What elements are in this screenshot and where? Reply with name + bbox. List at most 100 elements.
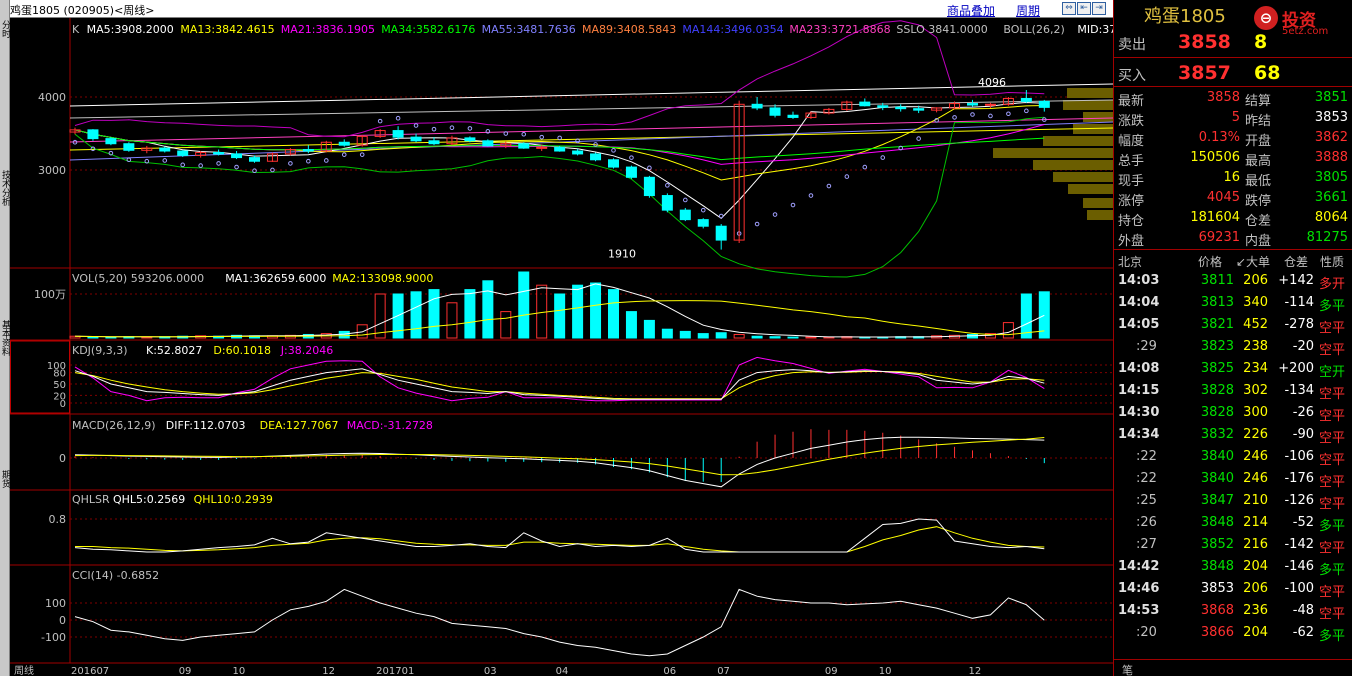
tick-time: 14:46 bbox=[1118, 581, 1160, 596]
candle-body bbox=[877, 105, 889, 108]
tick-row[interactable]: 14:53 3868 236 -48 空平 bbox=[1114, 600, 1352, 622]
sar-dot bbox=[180, 162, 185, 168]
stat-label: 跌停 bbox=[1245, 194, 1272, 209]
sar-dot bbox=[826, 183, 832, 189]
tick-time: 14:05 bbox=[1118, 317, 1160, 332]
tick-row[interactable]: :22 3840 246 -106 空平 bbox=[1114, 446, 1352, 468]
volume-bar bbox=[787, 336, 799, 339]
tick-price: 3848 bbox=[1200, 515, 1234, 530]
stat-value: 3888 bbox=[1314, 150, 1348, 165]
sar-dot bbox=[808, 193, 814, 198]
candle-body bbox=[590, 153, 602, 161]
sar-dot bbox=[754, 221, 760, 227]
tick-row[interactable]: :20 3866 204 -62 多平 bbox=[1114, 622, 1352, 644]
tick-row[interactable]: :29 3823 238 -20 空平 bbox=[1114, 336, 1352, 358]
sar-dot bbox=[359, 152, 365, 157]
kdj-legend-item: K:52.8027 bbox=[146, 344, 202, 357]
y-tick-label: 100 bbox=[45, 597, 66, 610]
x-tick-label: 10 bbox=[233, 666, 246, 676]
volume-bar bbox=[608, 289, 619, 339]
vol-legend-item: MA1:362659.6000 bbox=[225, 272, 326, 285]
logo-site: 5etz.com bbox=[1282, 26, 1329, 37]
ticks-tab[interactable]: 笔 bbox=[1122, 662, 1133, 676]
volume-profile-bar bbox=[1083, 112, 1113, 122]
stat-label: 结算 bbox=[1245, 94, 1272, 109]
tick-row[interactable]: 14:05 3821 452 -278 空平 bbox=[1114, 314, 1352, 336]
tick-nature: 空平 bbox=[1319, 475, 1346, 490]
sar-dot bbox=[647, 165, 652, 171]
tick-price: 3853 bbox=[1200, 581, 1234, 596]
stats-row: 现手 16 最低 3805 bbox=[1114, 168, 1352, 189]
tick-nature: 多平 bbox=[1319, 519, 1346, 534]
tick-size: 300 bbox=[1243, 405, 1268, 420]
kdj-legend-item: D:60.1018 bbox=[213, 344, 271, 357]
x-tick-label: 04 bbox=[556, 666, 569, 676]
tick-row[interactable]: 14:30 3828 300 -26 空平 bbox=[1114, 402, 1352, 424]
tick-time: :25 bbox=[1136, 493, 1157, 508]
volume-bar bbox=[500, 311, 512, 339]
ticks-header-size: ↙大单 bbox=[1236, 255, 1271, 269]
y-tick-label: 0 bbox=[60, 399, 66, 410]
tick-row[interactable]: 14:34 3832 226 -90 空平 bbox=[1114, 424, 1352, 446]
candle-body bbox=[787, 114, 799, 118]
main-legend-item: MID:3799 bbox=[1077, 23, 1113, 36]
x-axis-period-label: 周线 bbox=[14, 664, 34, 676]
volume-bar bbox=[805, 336, 817, 339]
candle-body bbox=[231, 153, 243, 159]
ticks-header-time: 北京 bbox=[1118, 255, 1143, 269]
tick-row[interactable]: 14:04 3813 340 -114 多平 bbox=[1114, 292, 1352, 314]
tick-row[interactable]: :25 3847 210 -126 空平 bbox=[1114, 490, 1352, 512]
volume-profile-bar bbox=[1063, 100, 1113, 110]
stats-row: 幅度 0.13% 开盘 3862 bbox=[1114, 128, 1352, 149]
tick-row[interactable]: 14:08 3825 234 +200 空开 bbox=[1114, 358, 1352, 380]
low-annotation: 1910 bbox=[608, 248, 636, 261]
tick-diff: -114 bbox=[1284, 295, 1314, 310]
stat-value: 150506 bbox=[1190, 150, 1240, 165]
candle-body bbox=[715, 225, 727, 241]
cci-legend-item: CCI(14) -0.6852 bbox=[72, 569, 159, 582]
tick-diff: -52 bbox=[1292, 515, 1314, 530]
tick-row[interactable]: 14:15 3828 302 -134 空平 bbox=[1114, 380, 1352, 402]
x-tick-label: 12 bbox=[969, 666, 982, 676]
candle-body bbox=[249, 157, 260, 162]
volume-bar bbox=[590, 282, 602, 339]
tick-price: 3823 bbox=[1200, 339, 1234, 354]
candle-body bbox=[984, 103, 996, 106]
tick-row[interactable]: 14:03 3811 206 +142 多开 bbox=[1114, 270, 1352, 292]
sar-dot bbox=[629, 155, 634, 160]
main-legend-item: MA55:3481.7636 bbox=[482, 23, 576, 36]
x-tick-label: 09 bbox=[825, 666, 838, 676]
tick-time: :29 bbox=[1136, 339, 1157, 354]
tick-diff: +142 bbox=[1278, 273, 1314, 288]
tick-row[interactable]: :26 3848 214 -52 多平 bbox=[1114, 512, 1352, 534]
stat-value: 5 bbox=[1231, 110, 1240, 125]
tick-row[interactable]: 14:46 3853 206 -100 空平 bbox=[1114, 578, 1352, 600]
candle-body bbox=[913, 108, 925, 111]
tick-size: 452 bbox=[1243, 317, 1268, 332]
stat-value: 16 bbox=[1223, 170, 1240, 185]
chart-area[interactable]: 4000 3000 4096 1910 K MA5:3908.2000 MA13:3842.… bbox=[0, 0, 1113, 676]
sar-dot bbox=[467, 126, 473, 131]
tick-time: 14:42 bbox=[1118, 559, 1160, 574]
volume-bar bbox=[374, 293, 386, 339]
volume-bar bbox=[769, 336, 781, 339]
tick-size: 204 bbox=[1243, 625, 1268, 640]
candle-body bbox=[518, 143, 530, 149]
stat-value: 3858 bbox=[1206, 90, 1240, 105]
tick-nature: 空平 bbox=[1319, 343, 1346, 358]
bid-row: 买入 3857 68 bbox=[1114, 60, 1352, 86]
tick-nature: 空平 bbox=[1319, 453, 1346, 468]
x-tick-label: 06 bbox=[663, 666, 676, 676]
x-tick-label: 10 bbox=[879, 666, 892, 676]
stat-value: 69231 bbox=[1198, 230, 1240, 245]
tick-nature: 空平 bbox=[1319, 409, 1346, 424]
sar-dot bbox=[377, 118, 383, 124]
tick-price: 3840 bbox=[1200, 471, 1234, 486]
tick-nature: 多平 bbox=[1319, 299, 1346, 314]
tick-row[interactable]: :22 3840 246 -176 空平 bbox=[1114, 468, 1352, 490]
tick-time: 14:30 bbox=[1118, 405, 1160, 420]
stat-label: 幅度 bbox=[1118, 134, 1145, 149]
tick-row[interactable]: 14:42 3848 204 -146 多平 bbox=[1114, 556, 1352, 578]
tick-row[interactable]: :27 3852 216 -142 空平 bbox=[1114, 534, 1352, 556]
tick-time: :27 bbox=[1136, 537, 1157, 552]
